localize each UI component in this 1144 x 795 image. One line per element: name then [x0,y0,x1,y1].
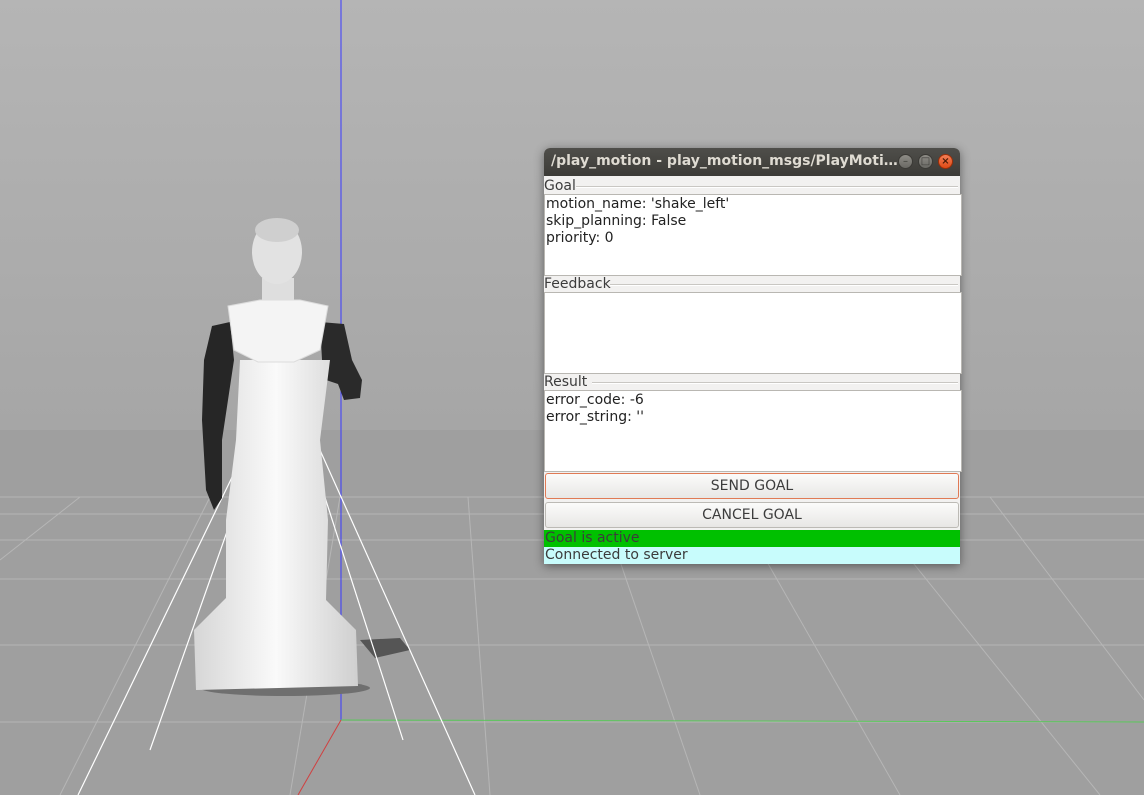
goal-group-label: Goal [544,178,576,194]
close-icon[interactable]: × [938,154,953,169]
send-goal-button[interactable]: SEND GOAL [545,473,959,499]
cancel-goal-button[interactable]: CANCEL GOAL [545,502,959,528]
result-line: error_string: '' [546,409,644,425]
robot-hair [255,218,299,242]
window-title: /play_motion - play_motion_msgs/PlayMoti… [551,153,901,169]
result-group-divider [592,382,958,384]
goal-group-divider [576,186,958,188]
goal-line: skip_planning: False [546,213,687,229]
robot-chest [227,299,329,363]
goal-textbox[interactable]: motion_name: 'shake_left' skip_planning:… [544,194,962,276]
result-group-label: Result [544,374,588,390]
feedback-group-label: Feedback [544,276,611,292]
feedback-group-divider [610,284,958,286]
feedback-textbox[interactable] [544,292,962,374]
result-line: error_code: -6 [546,392,644,408]
play-motion-dialog[interactable]: /play_motion - play_motion_msgs/PlayMoti… [544,148,962,564]
goal-line: motion_name: 'shake_left' [546,196,730,212]
goal-status-bar: Goal is active [544,530,960,547]
maximize-icon[interactable]: □ [918,154,933,169]
window-titlebar[interactable]: /play_motion - play_motion_msgs/PlayMoti… [544,148,960,176]
minimize-icon[interactable]: – [898,154,913,169]
simulation-viewport[interactable]: /play_motion - play_motion_msgs/PlayMoti… [0,0,1144,795]
goal-line: priority: 0 [546,230,614,246]
result-textbox[interactable]: error_code: -6 error_string: '' [544,390,962,472]
connection-status-bar: Connected to server [544,547,960,564]
